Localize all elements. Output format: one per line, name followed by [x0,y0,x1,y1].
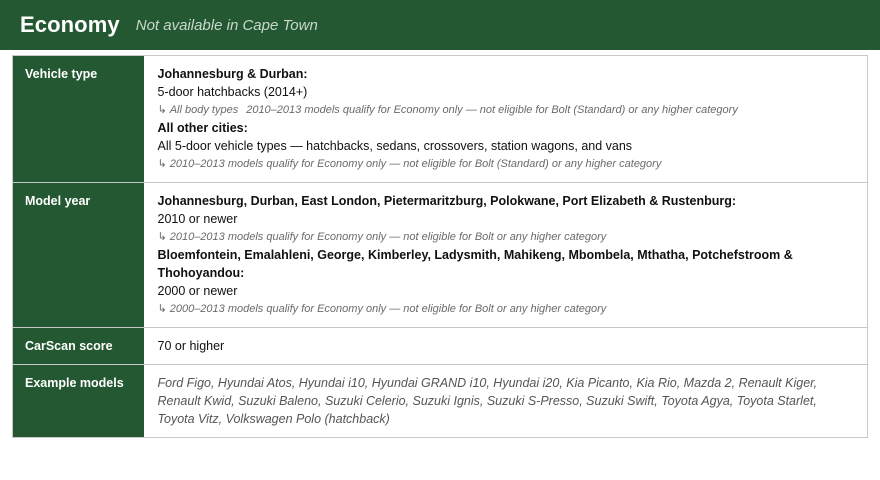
return-arrow-icon: ↳ [157,158,167,170]
page-subtitle: Not available in Cape Town [135,16,318,34]
row-label-example-models: Example models [12,364,144,438]
vehicle-type-group1-note-line: ↳ All body types 2010–2013 models qualify … [158,101,854,119]
model-year-group1-heading: Johannesburg, Durban, East London, Piete… [157,194,737,208]
row-content-model-year: Johannesburg, Durban, East London, Piete… [143,182,868,328]
model-year-group2-note-line: ↳ 2000–2013 models qualify for Economy on… [158,300,854,318]
model-year-group2-note: 2000–2013 models qualify for Economy onl… [169,303,607,315]
example-models-list: Ford Figo, Hyundai Atos, Hyundai i10, Hy… [157,376,818,426]
vehicle-type-group1-heading: Johannesburg & Durban: [157,67,308,81]
requirements-table: Vehicle type Johannesburg & Durban: 5-do… [12,55,868,438]
carscan-value: 70 or higher [157,339,225,353]
model-year-group1-note-line: ↳ 2010–2013 models qualify for Economy on… [158,228,854,246]
page-header: Economy Not available in Cape Town [0,0,880,50]
vehicle-type-group1-value: 5-door hatchbacks (2014+) [157,85,308,99]
row-label-model-year: Model year [12,182,144,328]
model-year-group1-note: 2010–2013 models qualify for Economy onl… [169,231,607,243]
table-row-example-models: Example models Ford Figo, Hyundai Atos, … [12,364,868,438]
vehicle-type-group2-note-line: ↳ 2010–2013 models qualify for Economy on… [158,155,854,173]
row-label-vehicle-type: Vehicle type [12,55,144,183]
row-label-carscan: CarScan score [12,327,144,365]
row-content-example-models: Ford Figo, Hyundai Atos, Hyundai i10, Hy… [143,364,868,438]
requirements-table-wrapper: Vehicle type Johannesburg & Durban: 5-do… [12,55,868,438]
table-row-carscan: CarScan score 70 or higher [12,327,868,365]
row-content-carscan: 70 or higher [143,327,868,365]
vehicle-type-group1-note: 2010–2013 models qualify for Economy onl… [246,104,738,116]
model-year-group1-value: 2010 or newer [157,212,238,226]
return-arrow-icon: ↳ [157,104,167,116]
row-content-vehicle-type: Johannesburg & Durban: 5-door hatchbacks… [144,56,868,183]
return-arrow-icon: ↳ [157,303,167,315]
vehicle-type-group2-note: 2010–2013 models qualify for Economy onl… [169,158,662,170]
vehicle-type-group1-note-prefix: All body types [169,104,239,116]
model-year-group2-heading: Bloemfontein, Emalahleni, George, Kimber… [157,248,793,280]
page-title: Economy [20,12,120,37]
return-arrow-icon: ↳ [157,231,167,243]
vehicle-type-group2-heading: All other cities: [157,121,248,135]
vehicle-type-group2-value: All 5-door vehicle types — hatchbacks, s… [157,139,633,153]
table-row-model-year: Model year Johannesburg, Durban, East Lo… [12,182,868,328]
model-year-group2-value: 2000 or newer [157,284,238,298]
table-row-vehicle-type: Vehicle type Johannesburg & Durban: 5-do… [12,55,868,183]
